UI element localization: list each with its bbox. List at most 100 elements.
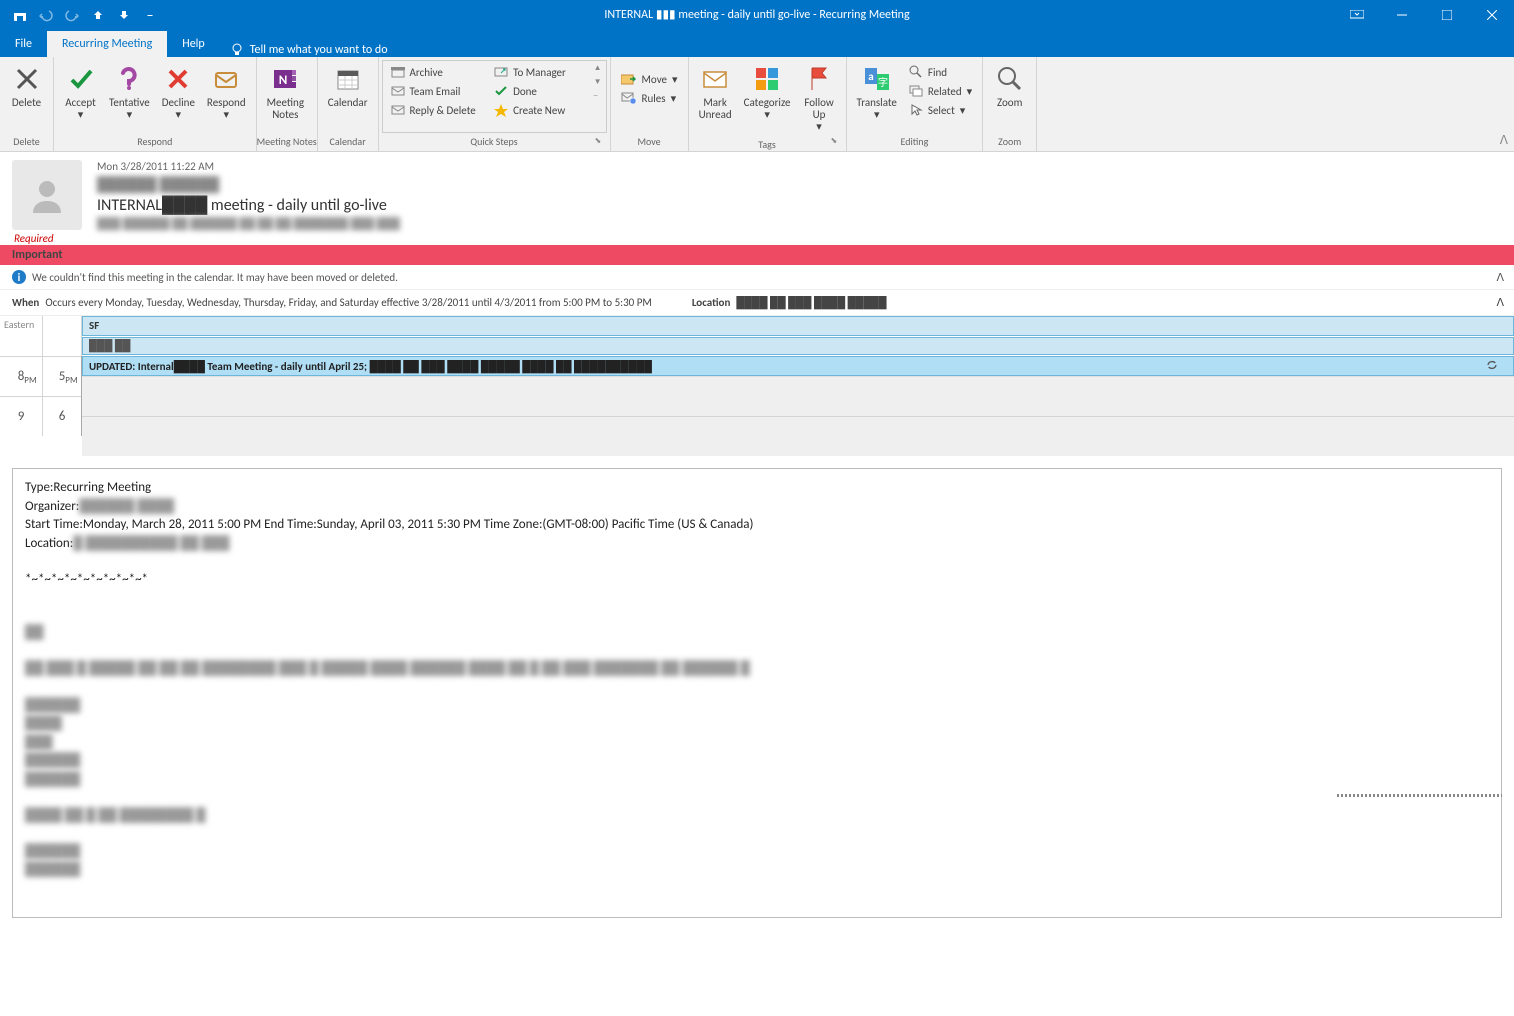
categorize-button[interactable]: Categorize▾ xyxy=(738,60,797,124)
up-arrow-icon[interactable] xyxy=(86,4,110,26)
calendar-icon xyxy=(334,63,362,95)
location-label: Location xyxy=(692,296,731,309)
respond-button[interactable]: Respond▾ xyxy=(201,60,252,124)
translate-button[interactable]: a字 Translate▾ xyxy=(851,60,903,124)
ribbon-group-editing: a字 Translate▾ Find Related ▾ Select ▾ Ed… xyxy=(847,57,984,151)
tab-file[interactable]: File xyxy=(0,31,47,57)
avatar xyxy=(12,160,82,230)
ribbon-group-meeting-notes: N Meeting Notes Meeting Notes xyxy=(257,57,318,151)
quickstep-done[interactable]: Done xyxy=(488,82,592,100)
recurring-icon xyxy=(1485,358,1499,375)
select-button[interactable]: Select ▾ xyxy=(903,101,978,119)
maximize-button[interactable] xyxy=(1424,0,1469,29)
zoom-icon xyxy=(996,63,1024,95)
qat-customize-icon[interactable]: ⎯ xyxy=(138,4,162,26)
window-controls xyxy=(1334,0,1514,29)
accept-button[interactable]: Accept▾ xyxy=(58,60,103,124)
to-manager-icon xyxy=(494,65,508,79)
tentative-button[interactable]: Tentative▾ xyxy=(103,60,156,124)
categorize-icon xyxy=(754,63,780,95)
ribbon-options-icon[interactable] xyxy=(1334,0,1379,29)
minimize-button[interactable] xyxy=(1379,0,1424,29)
calendar-event[interactable]: ███ ██ xyxy=(82,337,1514,355)
calendar-empty-slot[interactable] xyxy=(82,416,1514,456)
undo-icon[interactable] xyxy=(34,4,58,26)
when-bar: WhenOccurs every Monday, Tuesday, Wednes… xyxy=(0,290,1514,316)
resize-handle[interactable] xyxy=(1337,794,1502,797)
message-subject: INTERNAL████ meeting - daily until go-li… xyxy=(97,196,1502,215)
mark-unread-button[interactable]: Mark Unread xyxy=(693,60,738,124)
quicksteps-scroll-down[interactable]: ▼ xyxy=(594,77,602,87)
quickstep-create-new[interactable]: Create New xyxy=(488,101,592,119)
delete-icon xyxy=(13,63,41,95)
archive-icon xyxy=(391,65,405,79)
mark-unread-icon xyxy=(701,63,729,95)
related-button[interactable]: Related ▾ xyxy=(903,82,978,100)
info-bar: i We couldn't find this meeting in the c… xyxy=(0,265,1514,290)
quicksteps-scroll-up[interactable]: ▲ xyxy=(594,63,602,73)
message-recipients: ███ ██████ ██ ██████ ██ ██ ██ ███████ ██… xyxy=(97,217,1502,230)
tell-me-search[interactable]: Tell me what you want to do xyxy=(220,43,398,57)
location-text: ████ ██ ███ ████ █████ xyxy=(736,296,886,309)
calendar-button[interactable]: Calendar xyxy=(322,60,374,112)
accept-icon xyxy=(67,63,95,95)
related-icon xyxy=(909,84,923,98)
close-button[interactable] xyxy=(1469,0,1514,29)
calendar-event[interactable]: SF xyxy=(82,316,1514,336)
important-bar: Important xyxy=(0,245,1514,265)
info-text: We couldn't find this meeting in the cal… xyxy=(32,271,398,284)
zoom-button[interactable]: Zoom xyxy=(987,60,1032,112)
reply-delete-icon xyxy=(391,103,405,117)
group-title-move: Move xyxy=(611,133,688,151)
tab-recurring-meeting[interactable]: Recurring Meeting xyxy=(47,31,167,57)
calendar-event-current[interactable]: UPDATED: Internal████ Team Meeting - dai… xyxy=(82,356,1514,376)
quicksteps-launcher[interactable]: ⬊ xyxy=(595,136,607,148)
redo-icon[interactable] xyxy=(60,4,84,26)
quickstep-to-manager[interactable]: To Manager xyxy=(488,63,592,81)
tags-launcher[interactable]: ⬊ xyxy=(831,136,843,148)
select-icon xyxy=(909,103,923,117)
when-text: Occurs every Monday, Tuesday, Wednesday,… xyxy=(45,296,652,309)
decline-icon xyxy=(164,63,192,95)
collapse-ribbon-icon[interactable]: ᐱ xyxy=(1500,133,1508,148)
ribbon-group-delete: Delete Delete xyxy=(0,57,54,151)
calendar-events: SF ███ ██ UPDATED: Internal████ Team Mee… xyxy=(82,316,1514,456)
quickstep-archive[interactable]: Archive xyxy=(385,63,489,81)
rules-button[interactable]: Rules ▾ xyxy=(615,89,684,107)
tab-help[interactable]: Help xyxy=(167,31,220,57)
meeting-notes-button[interactable]: N Meeting Notes xyxy=(261,60,310,124)
move-button[interactable]: Move ▾ xyxy=(615,70,684,88)
group-title-editing: Editing xyxy=(847,133,983,151)
ribbon-group-tags: Mark Unread Categorize▾ Follow Up▾ Tags … xyxy=(689,57,847,151)
decline-button[interactable]: Decline▾ xyxy=(156,60,201,124)
ribbon-group-move: Move ▾ Rules ▾ Move xyxy=(611,57,689,151)
window-title: INTERNAL ▮▮▮ meeting - daily until go-li… xyxy=(604,7,909,22)
done-icon xyxy=(494,84,508,98)
calendar-empty-slot[interactable] xyxy=(82,376,1514,416)
create-new-icon xyxy=(494,103,508,117)
group-title-delete: Delete xyxy=(0,133,53,151)
titlebar: ⎯ INTERNAL ▮▮▮ meeting - daily until go-… xyxy=(0,0,1514,29)
save-icon[interactable] xyxy=(8,4,32,26)
message-from: ██████ ██████ xyxy=(97,176,1502,193)
message-date: Mon 3/28/2011 11:22 AM xyxy=(97,160,1502,173)
rules-icon xyxy=(621,91,637,105)
quicksteps-more[interactable]: ⎯ xyxy=(594,91,602,101)
collapse-info-icon[interactable]: ᐱ xyxy=(1496,271,1504,284)
respond-icon xyxy=(212,63,240,95)
delete-button[interactable]: Delete xyxy=(4,60,49,112)
quickstep-reply-delete[interactable]: Reply & Delete xyxy=(385,101,489,119)
group-title-notes: Meeting Notes xyxy=(257,133,317,151)
message-body[interactable]: Type:Recurring Meeting Organizer:██████ … xyxy=(12,468,1502,918)
quickstep-team-email[interactable]: Team Email xyxy=(385,82,489,100)
timezone-label: Eastern xyxy=(0,316,43,356)
quick-access-toolbar: ⎯ xyxy=(0,4,162,26)
follow-up-button[interactable]: Follow Up▾ xyxy=(797,60,842,136)
group-title-zoom: Zoom xyxy=(983,133,1036,151)
team-email-icon xyxy=(391,84,405,98)
find-button[interactable]: Find xyxy=(903,63,978,81)
down-arrow-icon[interactable] xyxy=(112,4,136,26)
translate-icon: a字 xyxy=(863,63,891,95)
ribbon-group-quick-steps: Archive Team Email Reply & Delete To Man… xyxy=(379,57,611,151)
collapse-when-icon[interactable]: ᐱ xyxy=(1496,296,1504,309)
